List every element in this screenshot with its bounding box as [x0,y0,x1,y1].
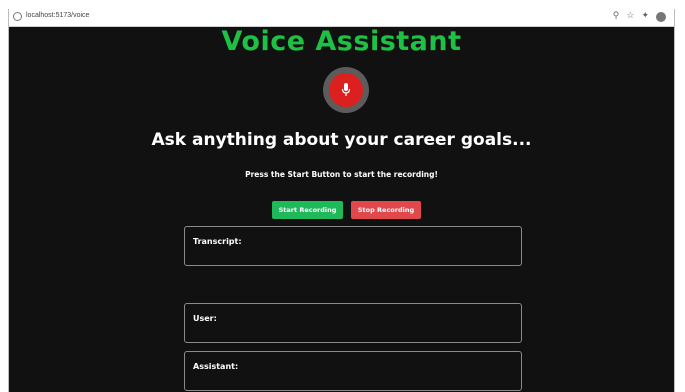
user-panel: User: [184,303,522,343]
browser-window: localhost:5173/voice ⚲ ☆ ✦ Voice Assista… [8,9,675,392]
recording-hint: Press the Start Button to start the reco… [245,170,438,179]
bookmark-star-icon[interactable]: ☆ [626,10,634,22]
site-info-icon[interactable] [13,12,22,21]
career-prompt-heading: Ask anything about your career goals... [151,130,532,150]
extensions-icon[interactable]: ✦ [641,10,649,22]
address-bar-tools: ⚲ ☆ ✦ [613,10,666,22]
zoom-icon[interactable]: ⚲ [613,10,620,22]
assistant-panel: Assistant: [184,351,522,391]
mic-button-core[interactable] [329,73,363,107]
address-bar[interactable]: localhost:5173/voice ⚲ ☆ ✦ [9,9,674,27]
mic-button[interactable] [323,67,369,113]
transcript-label: Transcript: [193,237,242,246]
profile-avatar-icon[interactable] [656,12,666,22]
start-recording-button[interactable]: Start Recording [272,201,343,219]
transcript-panel: Transcript: [184,226,522,266]
user-label: User: [193,314,217,323]
url-text[interactable]: localhost:5173/voice [26,12,89,19]
page-title: Voice Assistant [221,26,462,57]
assistant-label: Assistant: [193,362,239,371]
microphone-icon [341,83,351,96]
stop-recording-button[interactable]: Stop Recording [351,201,421,219]
